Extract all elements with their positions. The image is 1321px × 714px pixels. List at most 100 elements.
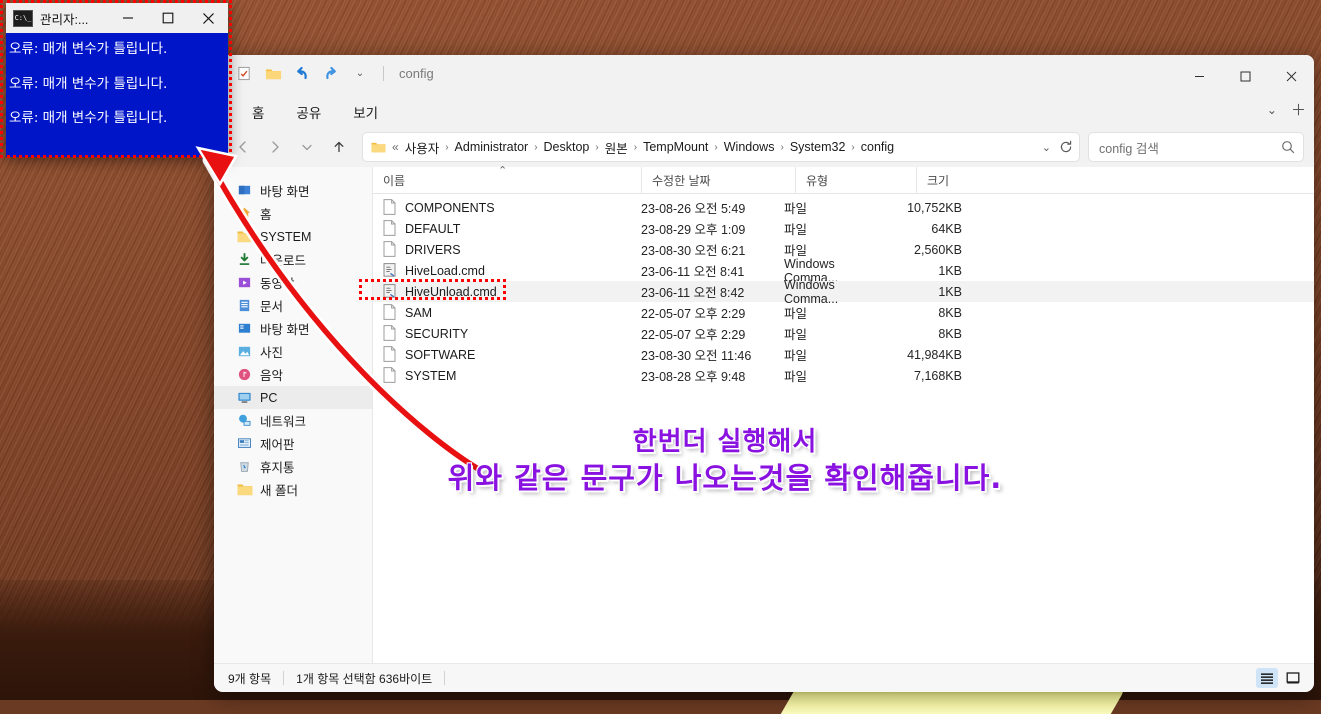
sidebar-item-label: SYSTEM xyxy=(260,229,312,244)
sidebar-item-downloads[interactable]: 다운로드 xyxy=(214,248,372,271)
forward-button[interactable] xyxy=(260,133,290,161)
column-header-name-label: 이름 xyxy=(383,173,406,188)
search-input[interactable]: config 검색 xyxy=(1088,132,1304,162)
help-add-icon[interactable]: ＋ xyxy=(1291,99,1306,120)
sidebar-item-label: 동영상 xyxy=(260,277,295,291)
console-close-button[interactable] xyxy=(188,3,228,33)
breadcrumb-item-1[interactable]: Administrator xyxy=(450,138,534,156)
column-header-size[interactable]: 크기 xyxy=(916,167,1013,193)
sidebar-item-network[interactable]: 네트워크 xyxy=(214,409,372,432)
column-header-date[interactable]: 수정한 날짜 xyxy=(641,167,795,193)
home-icon xyxy=(236,205,253,222)
videos-icon xyxy=(236,274,253,291)
console-minimize-button[interactable] xyxy=(108,3,148,33)
table-row[interactable]: SOFTWARE 23-08-30 오전 11:46 파일 41,984KB xyxy=(373,344,1314,365)
sidebar-item-label: 음악 xyxy=(260,369,284,383)
status-selection: 1개 항목 선택함 636바이트 xyxy=(296,671,433,686)
breadcrumb-item-2[interactable]: Desktop xyxy=(539,138,595,156)
sidebar-item-label: PC xyxy=(260,390,278,405)
status-bar: 9개 항목 1개 항목 선택함 636바이트 xyxy=(214,663,1314,692)
sidebar-item-new-folder[interactable]: 새 폴더 xyxy=(214,478,372,501)
tab-home[interactable]: 홈 xyxy=(236,99,280,125)
file-icon xyxy=(383,346,398,363)
status-divider xyxy=(444,671,446,685)
table-row[interactable]: DEFAULT 23-08-29 오후 1:09 파일 64KB xyxy=(373,218,1314,239)
table-row[interactable]: SAM 22-05-07 오후 2:29 파일 8KB xyxy=(373,302,1314,323)
file-size: 7,168KB xyxy=(914,368,962,383)
breadcrumb-overflow[interactable]: « xyxy=(391,140,400,154)
sidebar-item-recycle-bin[interactable]: 휴지통 xyxy=(214,455,372,478)
navigation-sidebar: 바탕 화면 홈 SYSTEM 다운로드 동영상 문서 바탕 화면 사진 음악 P… xyxy=(214,167,373,663)
file-size: 41,984KB xyxy=(907,347,962,362)
file-date: 23-08-28 오후 9:48 xyxy=(641,370,746,384)
sidebar-item-label: 바탕 화면 xyxy=(260,185,310,199)
file-date: 23-06-11 오전 8:41 xyxy=(641,265,745,279)
tab-share[interactable]: 공유 xyxy=(280,99,337,125)
tab-view[interactable]: 보기 xyxy=(337,99,394,125)
file-size: 8KB xyxy=(938,305,962,320)
file-name-cell: SAM xyxy=(373,304,631,321)
table-row[interactable]: SYSTEM 23-08-28 오후 9:48 파일 7,168KB xyxy=(373,365,1314,386)
file-icon xyxy=(383,367,398,384)
sidebar-item-label: 바탕 화면 xyxy=(260,323,310,337)
pictures-icon xyxy=(236,343,253,360)
file-size: 10,752KB xyxy=(907,200,962,215)
console-icon: C:\_ xyxy=(13,9,33,27)
breadcrumb-item-4[interactable]: TempMount xyxy=(638,138,713,156)
chevron-down-icon[interactable]: ⌄ xyxy=(1042,141,1051,154)
desktop-icon xyxy=(236,320,253,337)
refresh-icon[interactable] xyxy=(1059,140,1073,154)
sidebar-item-documents[interactable]: 문서 xyxy=(214,294,372,317)
console-output[interactable]: 오류: 매개 변수가 틀립니다. 오류: 매개 변수가 틀립니다. 오류: 매개… xyxy=(6,33,228,141)
breadcrumb-item-7[interactable]: config xyxy=(856,138,899,156)
file-size: 8KB xyxy=(938,326,962,341)
breadcrumb-item-5[interactable]: Windows xyxy=(719,138,780,156)
sidebar-item-system[interactable]: SYSTEM xyxy=(214,225,372,248)
sidebar-item-pc[interactable]: PC xyxy=(214,386,372,409)
sidebar-item-pictures[interactable]: 사진 xyxy=(214,340,372,363)
documents-icon xyxy=(236,297,253,314)
file-date: 23-08-26 오전 5:49 xyxy=(641,202,746,216)
console-window-title: 관리자:... xyxy=(40,12,89,27)
file-name-cell: SECURITY xyxy=(373,325,631,342)
file-icon xyxy=(383,199,398,216)
sidebar-item-label: 문서 xyxy=(260,300,284,314)
table-row[interactable]: COMPONENTS 23-08-26 오전 5:49 파일 10,752KB xyxy=(373,197,1314,218)
sidebar-item-desktop-top[interactable]: 바탕 화면 xyxy=(214,179,372,202)
new-folder-icon[interactable] xyxy=(263,63,283,83)
redo-icon[interactable] xyxy=(321,63,341,83)
breadcrumb-item-6[interactable]: System32 xyxy=(785,138,851,156)
file-name: DRIVERS xyxy=(405,242,461,257)
control-panel-icon xyxy=(236,435,253,452)
console-maximize-button[interactable] xyxy=(148,3,188,33)
table-row[interactable]: HiveUnload.cmd 23-06-11 오전 8:42 Windows … xyxy=(373,278,1314,306)
sidebar-item-desktop[interactable]: 바탕 화면 xyxy=(214,317,372,340)
address-bar[interactable]: « 사용자 › Administrator › Desktop › 원본 › T… xyxy=(362,132,1080,162)
maximize-button[interactable] xyxy=(1222,55,1268,97)
breadcrumb-item-3[interactable]: 원본 xyxy=(600,136,633,159)
large-icons-view-button[interactable] xyxy=(1282,668,1304,688)
minimize-button[interactable] xyxy=(1176,55,1222,97)
search-icon[interactable] xyxy=(1281,140,1295,154)
recent-locations-button[interactable] xyxy=(292,133,322,161)
sidebar-item-music[interactable]: 음악 xyxy=(214,363,372,386)
up-button[interactable] xyxy=(324,133,354,161)
table-row[interactable]: SECURITY 22-05-07 오후 2:29 파일 8KB xyxy=(373,323,1314,344)
file-icon xyxy=(383,241,398,258)
back-button[interactable] xyxy=(228,133,258,161)
properties-icon[interactable] xyxy=(234,63,254,83)
customize-chevron-icon[interactable]: ⌄ xyxy=(350,63,370,83)
file-name-cell: COMPONENTS xyxy=(373,199,631,216)
sidebar-item-label: 새 폴더 xyxy=(260,484,298,498)
sidebar-item-home[interactable]: 홈 xyxy=(214,202,372,225)
close-button[interactable] xyxy=(1268,55,1314,97)
details-view-button[interactable] xyxy=(1256,668,1278,688)
ribbon-expand-icon[interactable]: ⌄ xyxy=(1267,103,1277,117)
sidebar-item-videos[interactable]: 동영상 xyxy=(214,271,372,294)
column-header-name[interactable]: 이름 ⌃ xyxy=(373,165,641,193)
sidebar-item-control-panel[interactable]: 제어판 xyxy=(214,432,372,455)
undo-icon[interactable] xyxy=(292,63,312,83)
column-header-type[interactable]: 유형 xyxy=(795,167,916,193)
breadcrumb-item-0[interactable]: 사용자 xyxy=(400,136,445,159)
sidebar-item-label: 휴지통 xyxy=(260,461,295,475)
